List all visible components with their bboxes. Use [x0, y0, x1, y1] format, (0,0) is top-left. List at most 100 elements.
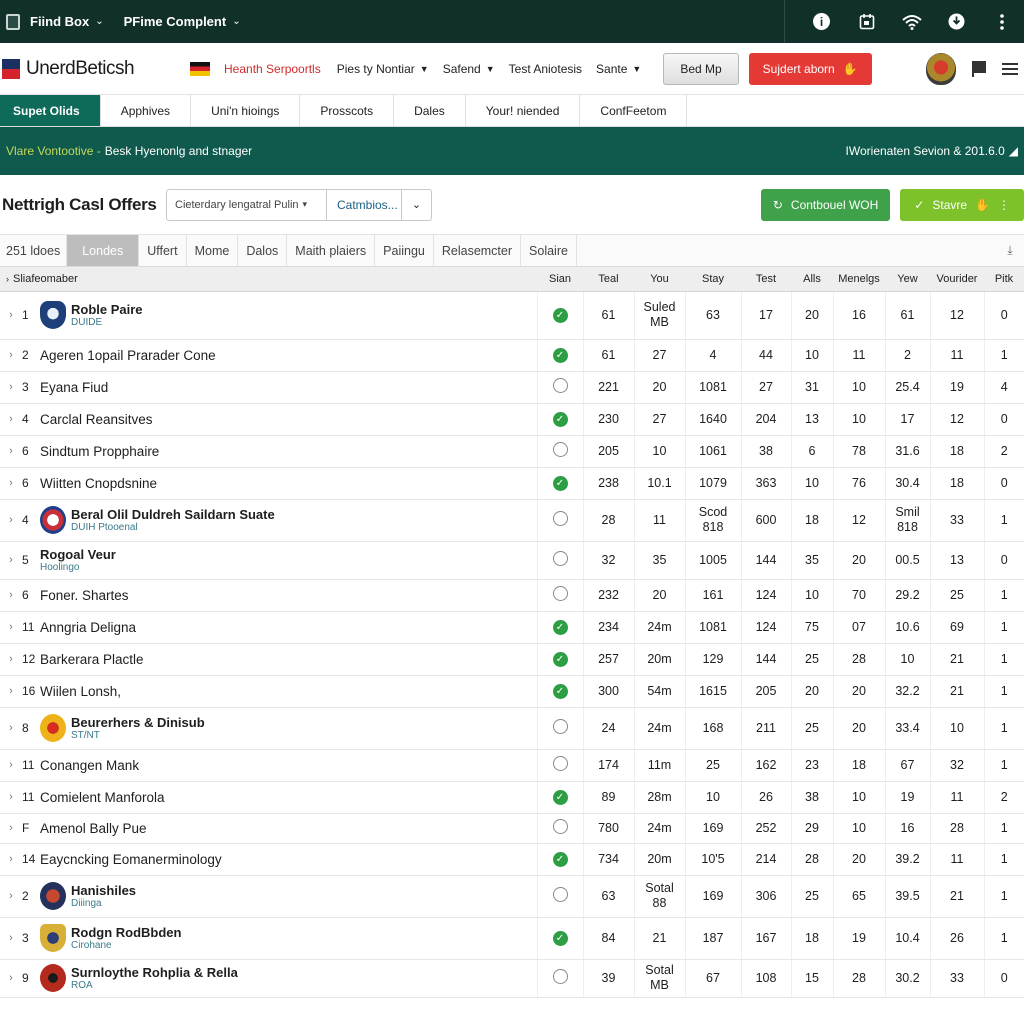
flag-icon[interactable] — [972, 60, 986, 77]
prime-complent-menu[interactable]: PFime Complent ⌄ — [114, 0, 251, 43]
filter-tab-solaire[interactable]: Solaire — [521, 235, 577, 266]
name-cell[interactable]: › 6 Sindtum Propphaire — [0, 435, 537, 468]
find-box-menu[interactable]: Fiind Box ⌄ — [20, 0, 114, 43]
banner-right[interactable]: IWorienaten Sevion & 201.6.0 ◢ — [846, 144, 1018, 158]
column-header[interactable]: Sian — [537, 267, 583, 292]
filter-tab-paiingu[interactable]: Paiingu — [375, 235, 434, 266]
name-cell[interactable]: › 11 Conangen Mank — [0, 749, 537, 782]
chevron-right-icon[interactable]: › — [0, 759, 22, 771]
wifi-icon[interactable] — [889, 14, 934, 30]
health-link[interactable]: Heanth Serpoortls — [224, 62, 321, 76]
table-row[interactable]: › 3 Rodgn RodBbden Cirohane ✓ 84 21 187 167 1… — [0, 917, 1024, 960]
filter-tab-maith-plaiers[interactable]: Maith plaiers — [287, 235, 376, 266]
name-cell[interactable]: › F Amenol Bally Pue — [0, 813, 537, 844]
filter-tab-mome[interactable]: Mome — [187, 235, 239, 266]
hamburger-menu-icon[interactable] — [1002, 62, 1018, 75]
name-cell[interactable]: › 11 Anngria Deligna — [0, 611, 537, 644]
name-cell[interactable]: › 16 Wiilen Lonsh, — [0, 675, 537, 708]
chevron-right-icon[interactable]: › — [0, 554, 22, 566]
name-cell[interactable]: › 6 Foner. Shartes — [0, 579, 537, 612]
table-row[interactable]: › 11 Comielent Manforola ✓ 89 28m 10 26 38 10 1… — [0, 781, 1024, 814]
menu-sante[interactable]: Sante ▼ — [596, 62, 641, 76]
chevron-right-icon[interactable]: › — [0, 589, 22, 601]
name-cell[interactable]: › 2 Ageren 1opail Prarader Cone — [0, 339, 537, 372]
chevron-right-icon[interactable]: › — [0, 381, 22, 393]
brand[interactable]: UnerdBeticsh — [0, 58, 190, 80]
table-row[interactable]: › 4 Carclal Reansitves ✓ 230 27 1640 204 13 10… — [0, 403, 1024, 436]
name-cell[interactable]: › 4 Beral Olil Duldreh Saildarn Suate DU… — [0, 499, 537, 542]
search-input[interactable]: Cieterdary lengatral Pulin ▾ — [166, 188, 326, 221]
table-row[interactable]: › 6 Wiitten Cnopdsnine ✓ 238 10.1 1079 363 10… — [0, 467, 1024, 500]
contbouel-button[interactable]: ↻ Contbouel WOH — [760, 188, 891, 221]
table-row[interactable]: › 16 Wiilen Lonsh, ✓ 300 54m 1615 205 20 20 32.… — [0, 675, 1024, 708]
table-row[interactable]: › 6 Foner. Shartes 232 20 161 124 10 70 29.2 25… — [0, 579, 1024, 612]
column-header[interactable]: Menelgs — [833, 267, 885, 292]
name-cell[interactable]: › 12 Barkerara Plactle — [0, 643, 537, 676]
filter-select[interactable]: Catmbios... — [326, 188, 402, 221]
tab-supet-olids[interactable]: Supet Olids — [0, 95, 101, 126]
chevron-right-icon[interactable]: › — [0, 349, 22, 361]
filter-tab-uffert[interactable]: Uffert — [139, 235, 187, 266]
name-cell[interactable]: › 5 Rogoal Veur Hoolingo — [0, 541, 537, 580]
name-cell[interactable]: › 1 Roble Paire DUIDE — [0, 291, 537, 340]
table-row[interactable]: › 8 Beurerhers & Dinisub ST/NT 24 24m 168 2… — [0, 707, 1024, 750]
chevron-right-icon[interactable]: › — [0, 413, 22, 425]
table-row[interactable]: › 9 Surnloythe Rohplia & Rella ROA 39 Sot… — [0, 959, 1024, 998]
export-icon[interactable]: ⤓ — [996, 235, 1024, 266]
filter-tab-relasemcter[interactable]: Relasemcter — [434, 235, 522, 266]
column-header[interactable]: Test — [741, 267, 791, 292]
table-row[interactable]: › 3 Eyana Fiud 221 20 1081 27 31 10 25.4 19 4 — [0, 371, 1024, 404]
chevron-right-icon[interactable]: › — [0, 853, 22, 865]
column-header[interactable]: Alls — [791, 267, 833, 292]
column-header[interactable]: › Sliafeomaber — [0, 267, 537, 292]
name-cell[interactable]: › 2 Hanishiles Diiinga — [0, 875, 537, 918]
table-row[interactable]: › 14 Eaycncking Eomanerminology ✓ 734 20m 1… — [0, 843, 1024, 876]
chevron-right-icon[interactable]: › — [0, 685, 22, 697]
name-cell[interactable]: › 3 Eyana Fiud — [0, 371, 537, 404]
tab-apphives[interactable]: Apphives — [101, 95, 192, 126]
chevron-right-icon[interactable]: › — [0, 653, 22, 665]
chevron-right-icon[interactable]: › — [0, 621, 22, 633]
club-badge-icon[interactable] — [926, 52, 956, 85]
table-row[interactable]: › 11 Conangen Mank 174 11m 25 162 23 18 67 32 1 — [0, 749, 1024, 782]
menu-safend[interactable]: Safend ▼ — [443, 62, 495, 76]
table-row[interactable]: › 4 Beral Olil Duldreh Saildarn Suate DU… — [0, 499, 1024, 542]
menu-test[interactable]: Test Aniotesis — [509, 62, 582, 76]
chevron-right-icon[interactable]: › — [0, 932, 22, 944]
chevron-right-icon[interactable]: › — [0, 822, 22, 834]
calendar-icon[interactable] — [844, 13, 889, 30]
column-header[interactable]: You — [634, 267, 685, 292]
chevron-right-icon[interactable]: › — [0, 477, 22, 489]
table-row[interactable]: › 11 Anngria Deligna ✓ 234 24m 1081 124 75 07 1… — [0, 611, 1024, 644]
chevron-right-icon[interactable]: › — [0, 309, 22, 321]
table-row[interactable]: › F Amenol Bally Pue 780 24m 169 252 29 10 16 2… — [0, 813, 1024, 844]
filter-tab-dalos[interactable]: Dalos — [238, 235, 288, 266]
tab-prosscots[interactable]: Prosscots — [300, 95, 395, 126]
bed-mp-button[interactable]: Bed Mp — [663, 52, 739, 85]
name-cell[interactable]: › 4 Carclal Reansitves — [0, 403, 537, 436]
tab-your-niended[interactable]: Your! niended — [466, 95, 581, 126]
download-icon[interactable] — [934, 13, 979, 30]
more-vertical-icon[interactable] — [979, 13, 1024, 30]
table-row[interactable]: › 6 Sindtum Propphaire 205 10 1061 38 6 78 31.… — [0, 435, 1024, 468]
tab-confeetom[interactable]: ConfFeetom — [580, 95, 688, 126]
stavre-button[interactable]: ✓ Stavre ✋ ⋮ — [900, 188, 1024, 221]
name-cell[interactable]: › 14 Eaycncking Eomanerminology — [0, 843, 537, 876]
chevron-right-icon[interactable]: › — [0, 445, 22, 457]
table-row[interactable]: › 2 Ageren 1opail Prarader Cone ✓ 61 27 4 44… — [0, 339, 1024, 372]
submit-button[interactable]: Sujdert aborn ✋ — [748, 52, 872, 85]
table-row[interactable]: › 5 Rogoal Veur Hoolingo 32 35 1005 144 35 20… — [0, 541, 1024, 580]
name-cell[interactable]: › 9 Surnloythe Rohplia & Rella ROA — [0, 959, 537, 998]
name-cell[interactable]: › 8 Beurerhers & Dinisub ST/NT — [0, 707, 537, 750]
name-cell[interactable]: › 3 Rodgn RodBbden Cirohane — [0, 917, 537, 960]
column-header[interactable]: Yew — [885, 267, 930, 292]
table-row[interactable]: › 2 Hanishiles Diiinga 63 Sotal 88 169 306 25… — [0, 875, 1024, 918]
tab-hioings[interactable]: Uni'n hioings — [191, 95, 301, 126]
table-row[interactable]: › 1 Roble Paire DUIDE ✓ 61 Suled MB 63 17 20 16… — [0, 291, 1024, 340]
chevron-right-icon[interactable]: › — [0, 972, 22, 984]
menu-pies[interactable]: Pies ty Nontiar ▼ — [337, 62, 429, 76]
column-header[interactable]: Pitk — [984, 267, 1024, 292]
chevron-down-icon[interactable]: ⌄ — [402, 188, 432, 221]
filter-tab-londes[interactable]: Londes — [67, 235, 140, 266]
column-header[interactable]: Stay — [685, 267, 741, 292]
